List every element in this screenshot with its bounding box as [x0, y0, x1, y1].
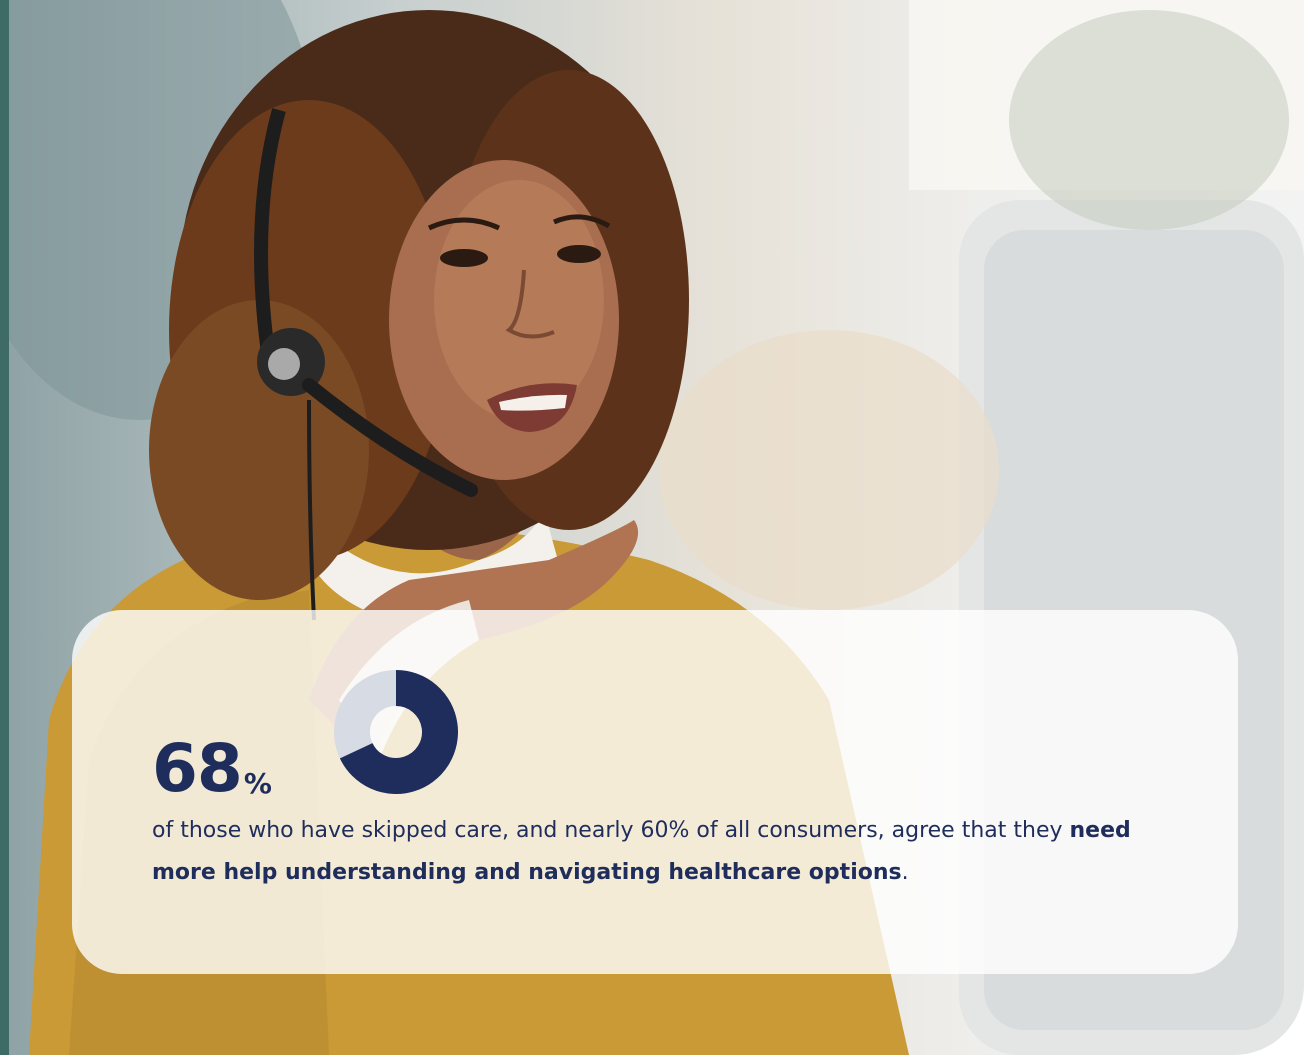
caption-text-end: .: [901, 860, 909, 885]
stat-unit: %: [243, 767, 272, 800]
left-accent-strip: [0, 0, 9, 1055]
donut-chart: [334, 670, 458, 794]
caption-text-start: of those who have skipped care, and near…: [152, 818, 1070, 843]
stat-number: 68: [152, 730, 243, 807]
stat-caption: of those who have skipped care, and near…: [152, 810, 1172, 894]
stat-value-row: 68 %: [152, 672, 272, 802]
stat-card: 68 % of those who have skipped care, and…: [72, 610, 1238, 974]
